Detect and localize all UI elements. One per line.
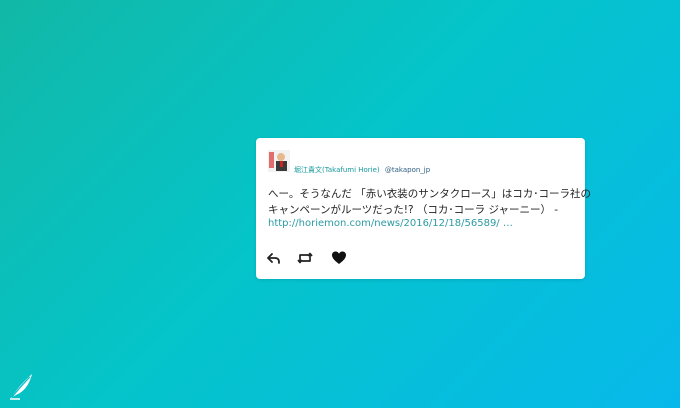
avatar[interactable] <box>268 150 290 172</box>
retweet-icon[interactable] <box>296 250 313 266</box>
tweet-text-line-2: キャンペーンがルーツだった!? （コカ･コーラ ジャーニー） - <box>268 204 559 216</box>
tweet-card: 堀江貴文(Takafumi Horie) @takapon_jp へー。そうなん… <box>256 138 591 279</box>
tweet-text: へー。そうなんだ 「赤い衣装のサンタクロース」はコカ･コーラ社の キャンペーンが… <box>268 186 591 218</box>
heart-icon[interactable] <box>331 250 347 266</box>
tweet-text-line-1: へー。そうなんだ 「赤い衣装のサンタクロース」はコカ･コーラ社の <box>268 188 591 200</box>
tweet-link[interactable]: http://horiemon.com/news/2016/12/18/5658… <box>268 217 513 231</box>
author-name[interactable]: 堀江貴文(Takafumi Horie) <box>294 166 380 174</box>
reply-icon[interactable] <box>266 250 282 266</box>
feather-logo-icon[interactable] <box>8 370 36 400</box>
avatar-image <box>268 150 290 172</box>
tweet-author: 堀江貴文(Takafumi Horie) @takapon_jp <box>294 165 430 175</box>
author-handle[interactable]: @takapon_jp <box>385 166 430 174</box>
